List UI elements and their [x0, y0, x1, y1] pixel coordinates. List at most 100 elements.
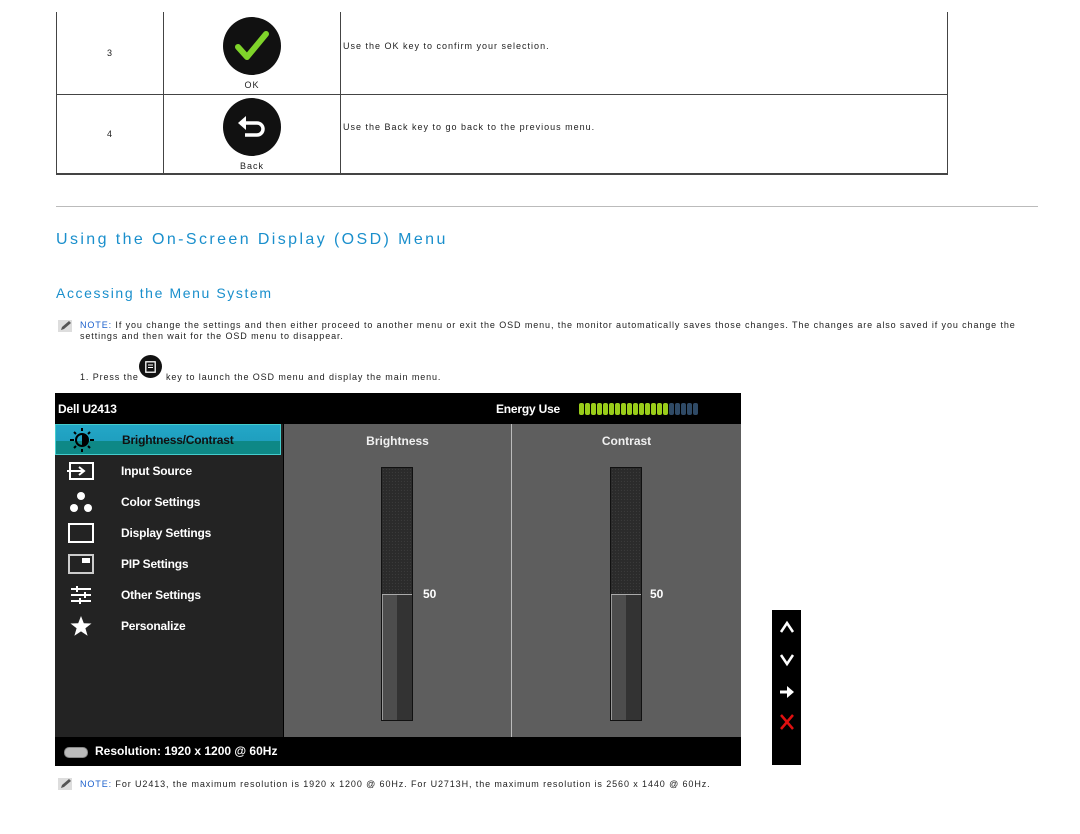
- section-divider: [56, 206, 1038, 207]
- energy-segment-on: [615, 403, 620, 415]
- osd-model-title: Dell U2413: [58, 402, 117, 416]
- energy-segment-off: [687, 403, 692, 415]
- note-max-resolution: NOTE: For U2413, the maximum resolution …: [80, 779, 711, 790]
- up-button[interactable]: [772, 613, 801, 641]
- key-table: 3 OK Use the OK key to confirm your sele…: [56, 12, 948, 175]
- key-label: OK: [244, 79, 260, 90]
- key-description: Use the Back key to go back to the previ…: [340, 94, 948, 175]
- menu-item-label: Input Source: [121, 463, 192, 478]
- other-settings-icon: [66, 583, 96, 607]
- note-pencil-icon: [58, 778, 72, 790]
- contrast-panel: Contrast 50: [512, 424, 741, 737]
- exit-button[interactable]: [772, 708, 801, 736]
- connector-icon: [64, 747, 88, 758]
- note-pencil-icon: [58, 320, 72, 332]
- brightness-icon: [67, 427, 97, 452]
- checkmark-icon: [235, 30, 269, 60]
- note-label: NOTE:: [80, 779, 113, 789]
- energy-segment-on: [645, 403, 650, 415]
- energy-segment-on: [585, 403, 590, 415]
- close-icon: [779, 714, 794, 730]
- osd-sidebar: Brightness/Contrast Input Source Color S…: [55, 424, 283, 737]
- energy-segment-on: [663, 403, 668, 415]
- description-text: Use the OK key to confirm your selection…: [343, 41, 550, 51]
- step-prefix: 1. Press the: [80, 372, 139, 382]
- section-subtitle: Accessing the Menu System: [56, 285, 273, 301]
- energy-use-meter: [579, 403, 698, 415]
- color-settings-icon: [66, 490, 96, 514]
- contrast-slider[interactable]: [610, 467, 642, 721]
- display-settings-icon: [66, 521, 96, 545]
- energy-segment-on: [651, 403, 656, 415]
- energy-segment-on: [609, 403, 614, 415]
- contrast-slider-fill: [611, 594, 641, 720]
- menu-key-icon: [145, 360, 156, 373]
- menu-key-button: [139, 355, 162, 378]
- energy-segment-on: [591, 403, 596, 415]
- note-label: NOTE:: [80, 320, 113, 330]
- chevron-down-icon: [779, 654, 794, 667]
- menu-item-label: PIP Settings: [121, 556, 189, 571]
- menu-item-label: Display Settings: [121, 525, 212, 540]
- menu-item-color-settings[interactable]: Color Settings: [55, 486, 281, 517]
- step-suffix: key to launch the OSD menu and display t…: [166, 372, 442, 382]
- chevron-up-icon: [779, 620, 794, 633]
- menu-item-brightness-contrast[interactable]: Brightness/Contrast: [55, 424, 281, 455]
- menu-item-pip-settings[interactable]: PIP Settings: [55, 548, 281, 579]
- energy-segment-on: [603, 403, 608, 415]
- star-icon: [66, 614, 96, 638]
- energy-segment-on: [639, 403, 644, 415]
- key-label: Back: [239, 160, 264, 171]
- energy-segment-on: [657, 403, 662, 415]
- ok-key-button: [223, 16, 281, 75]
- row-number: 3: [56, 12, 164, 95]
- row-number: 4: [56, 94, 164, 175]
- menu-item-personalize[interactable]: Personalize: [55, 610, 281, 641]
- key-cell: OK: [163, 12, 341, 95]
- menu-item-label: Brightness/Contrast: [122, 432, 234, 447]
- brightness-slider[interactable]: [381, 467, 413, 721]
- enter-button[interactable]: [772, 678, 801, 706]
- arrow-right-icon: [779, 686, 794, 698]
- energy-segment-on: [633, 403, 638, 415]
- menu-item-label: Other Settings: [121, 587, 201, 602]
- energy-segment-on: [621, 403, 626, 415]
- menu-item-input-source[interactable]: Input Source: [55, 455, 281, 486]
- energy-segment-on: [627, 403, 632, 415]
- osd-nav-buttons: [772, 610, 801, 765]
- back-arrow-icon: [238, 115, 265, 137]
- brightness-title: Brightness: [366, 434, 429, 448]
- key-cell: Back: [163, 94, 341, 175]
- pip-settings-icon: [66, 552, 96, 576]
- page-title: Using the On-Screen Display (OSD) Menu: [56, 231, 448, 248]
- table-row: 4 Back Use the Back key to go back to th…: [56, 94, 948, 175]
- contrast-title: Contrast: [601, 434, 652, 448]
- energy-segment-off: [675, 403, 680, 415]
- resolution-status: Resolution: 1920 x 1200 @ 60Hz: [95, 744, 278, 758]
- menu-item-label: Personalize: [121, 618, 186, 633]
- description-text: Use the Back key to go back to the previ…: [343, 122, 596, 132]
- brightness-slider-fill: [382, 594, 412, 720]
- brightness-value: 50: [423, 587, 437, 601]
- menu-item-display-settings[interactable]: Display Settings: [55, 517, 281, 548]
- note-text: For U2413, the maximum resolution is 192…: [112, 779, 711, 789]
- energy-segment-on: [579, 403, 584, 415]
- note-autosave: NOTE: If you change the settings and the…: [80, 320, 1020, 342]
- energy-segment-off: [693, 403, 698, 415]
- menu-item-label: Color Settings: [121, 494, 201, 509]
- step-1: 1. Press the: [80, 372, 139, 382]
- brightness-panel: Brightness 50: [284, 424, 511, 737]
- down-button[interactable]: [772, 646, 801, 674]
- energy-segment-on: [597, 403, 602, 415]
- energy-segment-off: [681, 403, 686, 415]
- table-row: 3 OK Use the OK key to confirm your sele…: [56, 12, 948, 95]
- key-description: Use the OK key to confirm your selection…: [340, 12, 948, 95]
- energy-segment-off: [669, 403, 674, 415]
- osd-menu: Dell U2413 Energy Use Brightness/Contras…: [55, 393, 741, 766]
- contrast-value: 50: [650, 587, 664, 601]
- back-key-button: [223, 97, 281, 156]
- energy-use-label: Energy Use: [496, 402, 561, 416]
- menu-item-other-settings[interactable]: Other Settings: [55, 579, 281, 610]
- osd-status-bar: Resolution: 1920 x 1200 @ 60Hz: [55, 737, 741, 766]
- input-source-icon: [66, 459, 96, 483]
